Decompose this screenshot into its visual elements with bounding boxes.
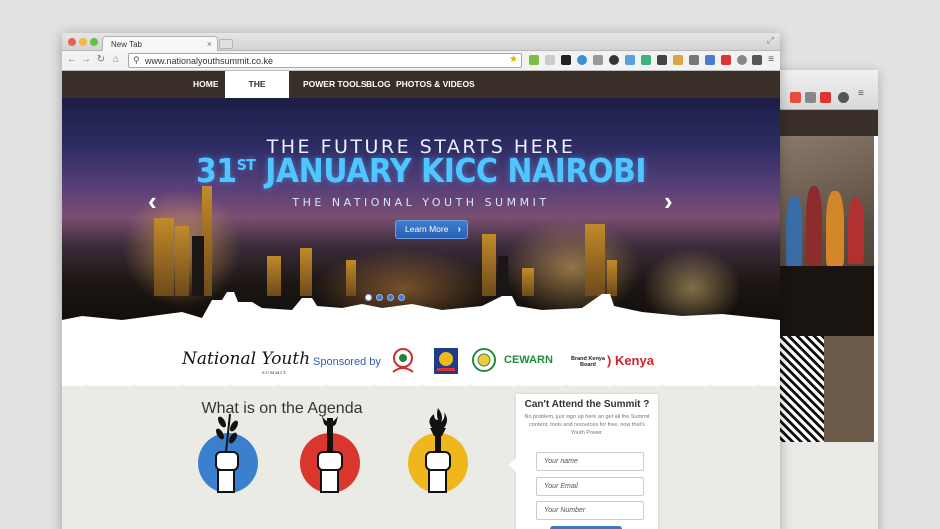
torch-fist-icon bbox=[425, 408, 451, 493]
sponsor-logo-crest bbox=[392, 348, 414, 373]
minimize-window-button[interactable] bbox=[79, 38, 87, 46]
sponsors-bar: National Youth SUMMIT Sponsored by CEWAR… bbox=[62, 336, 780, 386]
extension-icon[interactable] bbox=[641, 55, 651, 65]
extension-icon[interactable] bbox=[705, 55, 715, 65]
hero-month-venue: JANUARY KICC NAIROBI bbox=[255, 152, 647, 191]
torn-edge bbox=[62, 385, 780, 390]
sponsored-by-label: Sponsored by bbox=[313, 356, 381, 368]
extension-icon[interactable] bbox=[545, 55, 555, 65]
background-photo bbox=[778, 136, 874, 442]
content-area: What is on the Agenda Can't Attend the S… bbox=[62, 385, 780, 529]
hero-slider: THE FUTURE STARTS HERE 31ST JANUARY KICC… bbox=[62, 98, 780, 336]
slider-dot[interactable] bbox=[365, 294, 372, 301]
window-controls bbox=[68, 38, 98, 46]
signup-title: Can't Attend the Summit ? bbox=[524, 399, 650, 410]
logo-text-national: National bbox=[182, 349, 257, 369]
sponsor-logo-shield bbox=[434, 348, 458, 374]
extension-icon bbox=[820, 92, 831, 103]
url-text: www.nationalyouthsummit.co.ke bbox=[145, 56, 274, 66]
extension-icon[interactable] bbox=[577, 55, 587, 65]
form-pointer bbox=[509, 458, 516, 472]
nav-the-summit[interactable]: THE SUMMIT bbox=[225, 71, 289, 116]
learn-more-button[interactable]: Learn More › bbox=[395, 220, 468, 239]
site-nav: HOME THE SUMMIT POWER TOOLS BLOG PHOTOS … bbox=[62, 71, 780, 116]
olive-branch-fist-icon bbox=[215, 413, 239, 493]
slider-next-arrow-icon[interactable]: › bbox=[664, 186, 673, 217]
sponsor-logo-seal bbox=[472, 348, 496, 372]
tab-strip: New Tab × ⤢ bbox=[62, 33, 780, 52]
chevron-right-icon: › bbox=[457, 224, 461, 235]
email-input[interactable]: Your Email bbox=[536, 477, 644, 496]
new-tab-button[interactable] bbox=[219, 39, 233, 49]
slider-dot[interactable] bbox=[387, 294, 394, 301]
signup-form: Can't Attend the Summit ? No problem, ju… bbox=[509, 394, 658, 529]
extension-icon[interactable] bbox=[737, 55, 747, 65]
extension-icon[interactable] bbox=[673, 55, 683, 65]
logo-text-youth: Youth bbox=[261, 349, 311, 369]
hero-day-suffix: ST bbox=[236, 156, 256, 175]
national-youth-summit-logo: National Youth SUMMIT bbox=[182, 349, 311, 375]
browser-tab[interactable]: New Tab × bbox=[102, 36, 218, 52]
browser-toolbar: ← → ↻ ⌂ ⚲ www.nationalyouthsummit.co.ke … bbox=[62, 51, 780, 71]
close-window-button[interactable] bbox=[68, 38, 76, 46]
hero-day: 31 bbox=[195, 152, 237, 191]
extension-icon[interactable] bbox=[721, 55, 731, 65]
glasses-icon bbox=[838, 92, 849, 103]
extension-icon[interactable] bbox=[657, 55, 667, 65]
number-input[interactable]: Your Number bbox=[536, 501, 644, 520]
extension-icon[interactable] bbox=[529, 55, 539, 65]
browser-window: New Tab × ⤢ ← → ↻ ⌂ ⚲ www.nationalyouths… bbox=[62, 33, 780, 529]
brand-kenya-line2: Board bbox=[580, 362, 596, 368]
slider-prev-arrow-icon[interactable]: ‹ bbox=[148, 186, 157, 217]
slider-dot[interactable] bbox=[398, 294, 405, 301]
nav-home[interactable]: HOME bbox=[185, 71, 227, 98]
extension-icon[interactable] bbox=[609, 55, 619, 65]
back-icon[interactable]: ← bbox=[66, 54, 78, 65]
cewarn-logo: CEWARN bbox=[504, 354, 553, 366]
menu-icon[interactable]: ≡ bbox=[768, 54, 774, 65]
slider-dots bbox=[365, 294, 405, 301]
home-icon[interactable]: ⌂ bbox=[110, 54, 122, 65]
fullscreen-icon[interactable]: ⤢ bbox=[767, 35, 774, 46]
reload-icon[interactable]: ↻ bbox=[95, 54, 107, 65]
maximize-window-button[interactable] bbox=[90, 38, 98, 46]
forward-icon[interactable]: → bbox=[80, 54, 92, 65]
extension-icon bbox=[805, 92, 816, 103]
extension-icon[interactable] bbox=[752, 55, 762, 65]
tab-title: New Tab bbox=[111, 40, 142, 49]
bookmark-star-icon[interactable]: ★ bbox=[509, 54, 518, 65]
wrench-fist-icon bbox=[317, 416, 343, 493]
logo-sub: SUMMIT bbox=[262, 370, 287, 375]
learn-more-label: Learn More bbox=[405, 224, 449, 234]
signup-description: No problem, just sign up here an get all… bbox=[524, 414, 650, 436]
extension-icon[interactable] bbox=[625, 55, 635, 65]
hero-date-location: 31ST JANUARY KICC NAIROBI bbox=[62, 152, 780, 191]
slider-dot[interactable] bbox=[376, 294, 383, 301]
tab-close-icon[interactable]: × bbox=[207, 39, 212, 49]
extension-icon bbox=[790, 92, 801, 103]
search-icon: ⚲ bbox=[133, 55, 140, 65]
nav-photos-videos[interactable]: PHOTOS & VIDEOS bbox=[388, 71, 483, 98]
brand-kenya-board-logo: Brand Kenya Board bbox=[571, 356, 605, 368]
extension-icon[interactable] bbox=[689, 55, 699, 65]
address-bar[interactable]: ⚲ www.nationalyouthsummit.co.ke ★ bbox=[128, 53, 522, 68]
kenya-logo: ) Kenya bbox=[607, 353, 654, 368]
menu-icon: ≡ bbox=[858, 88, 864, 99]
extension-icon[interactable] bbox=[593, 55, 603, 65]
name-input[interactable]: Your name bbox=[536, 452, 644, 471]
extension-icon[interactable] bbox=[561, 55, 571, 65]
skyline-silhouette bbox=[62, 292, 780, 336]
